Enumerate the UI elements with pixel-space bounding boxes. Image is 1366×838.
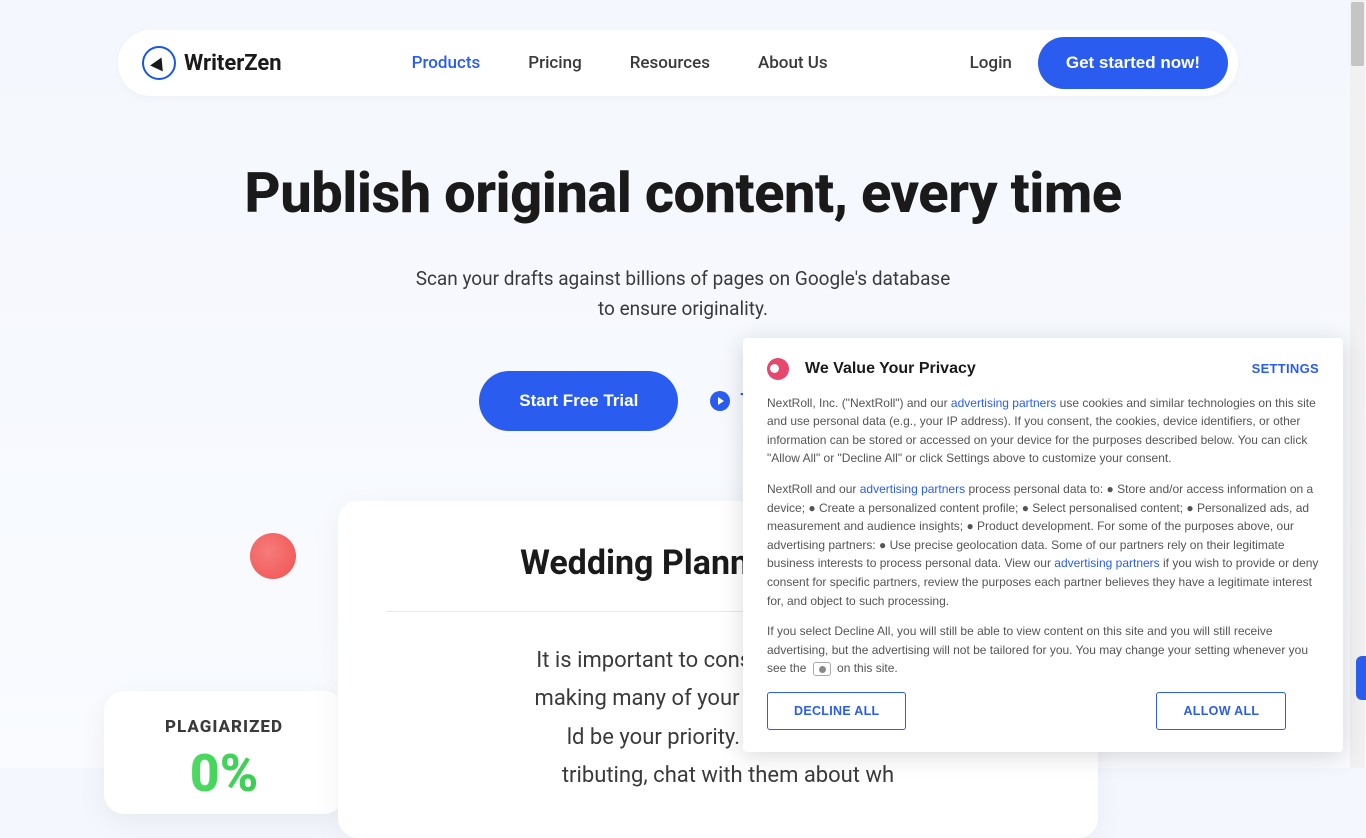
- nav-links: Products Pricing Resources About Us: [412, 53, 828, 73]
- cookie-body: NextRoll, Inc. ("NextRoll") and our adve…: [767, 394, 1319, 678]
- brand-name: WriterZen: [184, 51, 282, 76]
- hero-sub-line2: to ensure originality.: [0, 294, 1366, 324]
- cookie-actions: DECLINE ALL ALLOW ALL: [767, 692, 1319, 730]
- decorative-dot-icon: [250, 533, 296, 579]
- plagiarism-label: PLAGIARIZED: [142, 717, 306, 737]
- scrollbar-thumb[interactable]: [1351, 2, 1364, 66]
- navbar: WriterZen Products Pricing Resources Abo…: [118, 30, 1238, 96]
- play-icon: [710, 391, 730, 411]
- advertising-partners-link[interactable]: advertising partners: [860, 482, 965, 496]
- hero-title: Publish original content, every time: [0, 160, 1366, 226]
- start-trial-button[interactable]: Start Free Trial: [479, 371, 678, 431]
- hero-sub-line1: Scan your drafts against billions of pag…: [0, 264, 1366, 294]
- advertising-partners-link[interactable]: advertising partners: [951, 396, 1056, 410]
- nav-pricing[interactable]: Pricing: [528, 53, 582, 73]
- allow-all-button[interactable]: ALLOW ALL: [1156, 692, 1286, 730]
- logo-icon: [142, 46, 176, 80]
- nav-resources[interactable]: Resources: [630, 53, 710, 73]
- plagiarism-card: PLAGIARIZED 0%: [104, 691, 344, 814]
- get-started-button[interactable]: Get started now!: [1038, 37, 1228, 89]
- cookie-banner: We Value Your Privacy SETTINGS NextRoll,…: [743, 338, 1343, 752]
- login-link[interactable]: Login: [970, 53, 1012, 73]
- cookie-paragraph-1: NextRoll, Inc. ("NextRoll") and our adve…: [767, 394, 1319, 468]
- nav-products[interactable]: Products: [412, 53, 481, 73]
- cookie-settings-link[interactable]: SETTINGS: [1252, 361, 1319, 376]
- decline-all-button[interactable]: DECLINE ALL: [767, 692, 906, 730]
- logo[interactable]: WriterZen: [142, 46, 282, 80]
- nav-right: Login Get started now!: [970, 37, 1228, 89]
- chat-widget-icon[interactable]: [1356, 656, 1366, 700]
- scrollbar-track[interactable]: [1350, 0, 1365, 768]
- nextroll-logo-icon: [767, 358, 789, 380]
- nav-about[interactable]: About Us: [758, 53, 828, 73]
- cookie-paragraph-3: If you select Decline All, you will stil…: [767, 622, 1319, 678]
- privacy-badge-icon: [813, 662, 831, 676]
- cookie-header: We Value Your Privacy SETTINGS: [767, 358, 1319, 380]
- hero-subtitle: Scan your drafts against billions of pag…: [0, 264, 1366, 325]
- cookie-title: We Value Your Privacy: [805, 360, 1236, 378]
- demo-line: tributing, chat with them about wh: [406, 757, 1050, 796]
- cookie-paragraph-2: NextRoll and our advertising partners pr…: [767, 480, 1319, 610]
- plagiarism-percent: 0%: [142, 743, 306, 804]
- advertising-partners-link[interactable]: advertising partners: [1054, 556, 1159, 570]
